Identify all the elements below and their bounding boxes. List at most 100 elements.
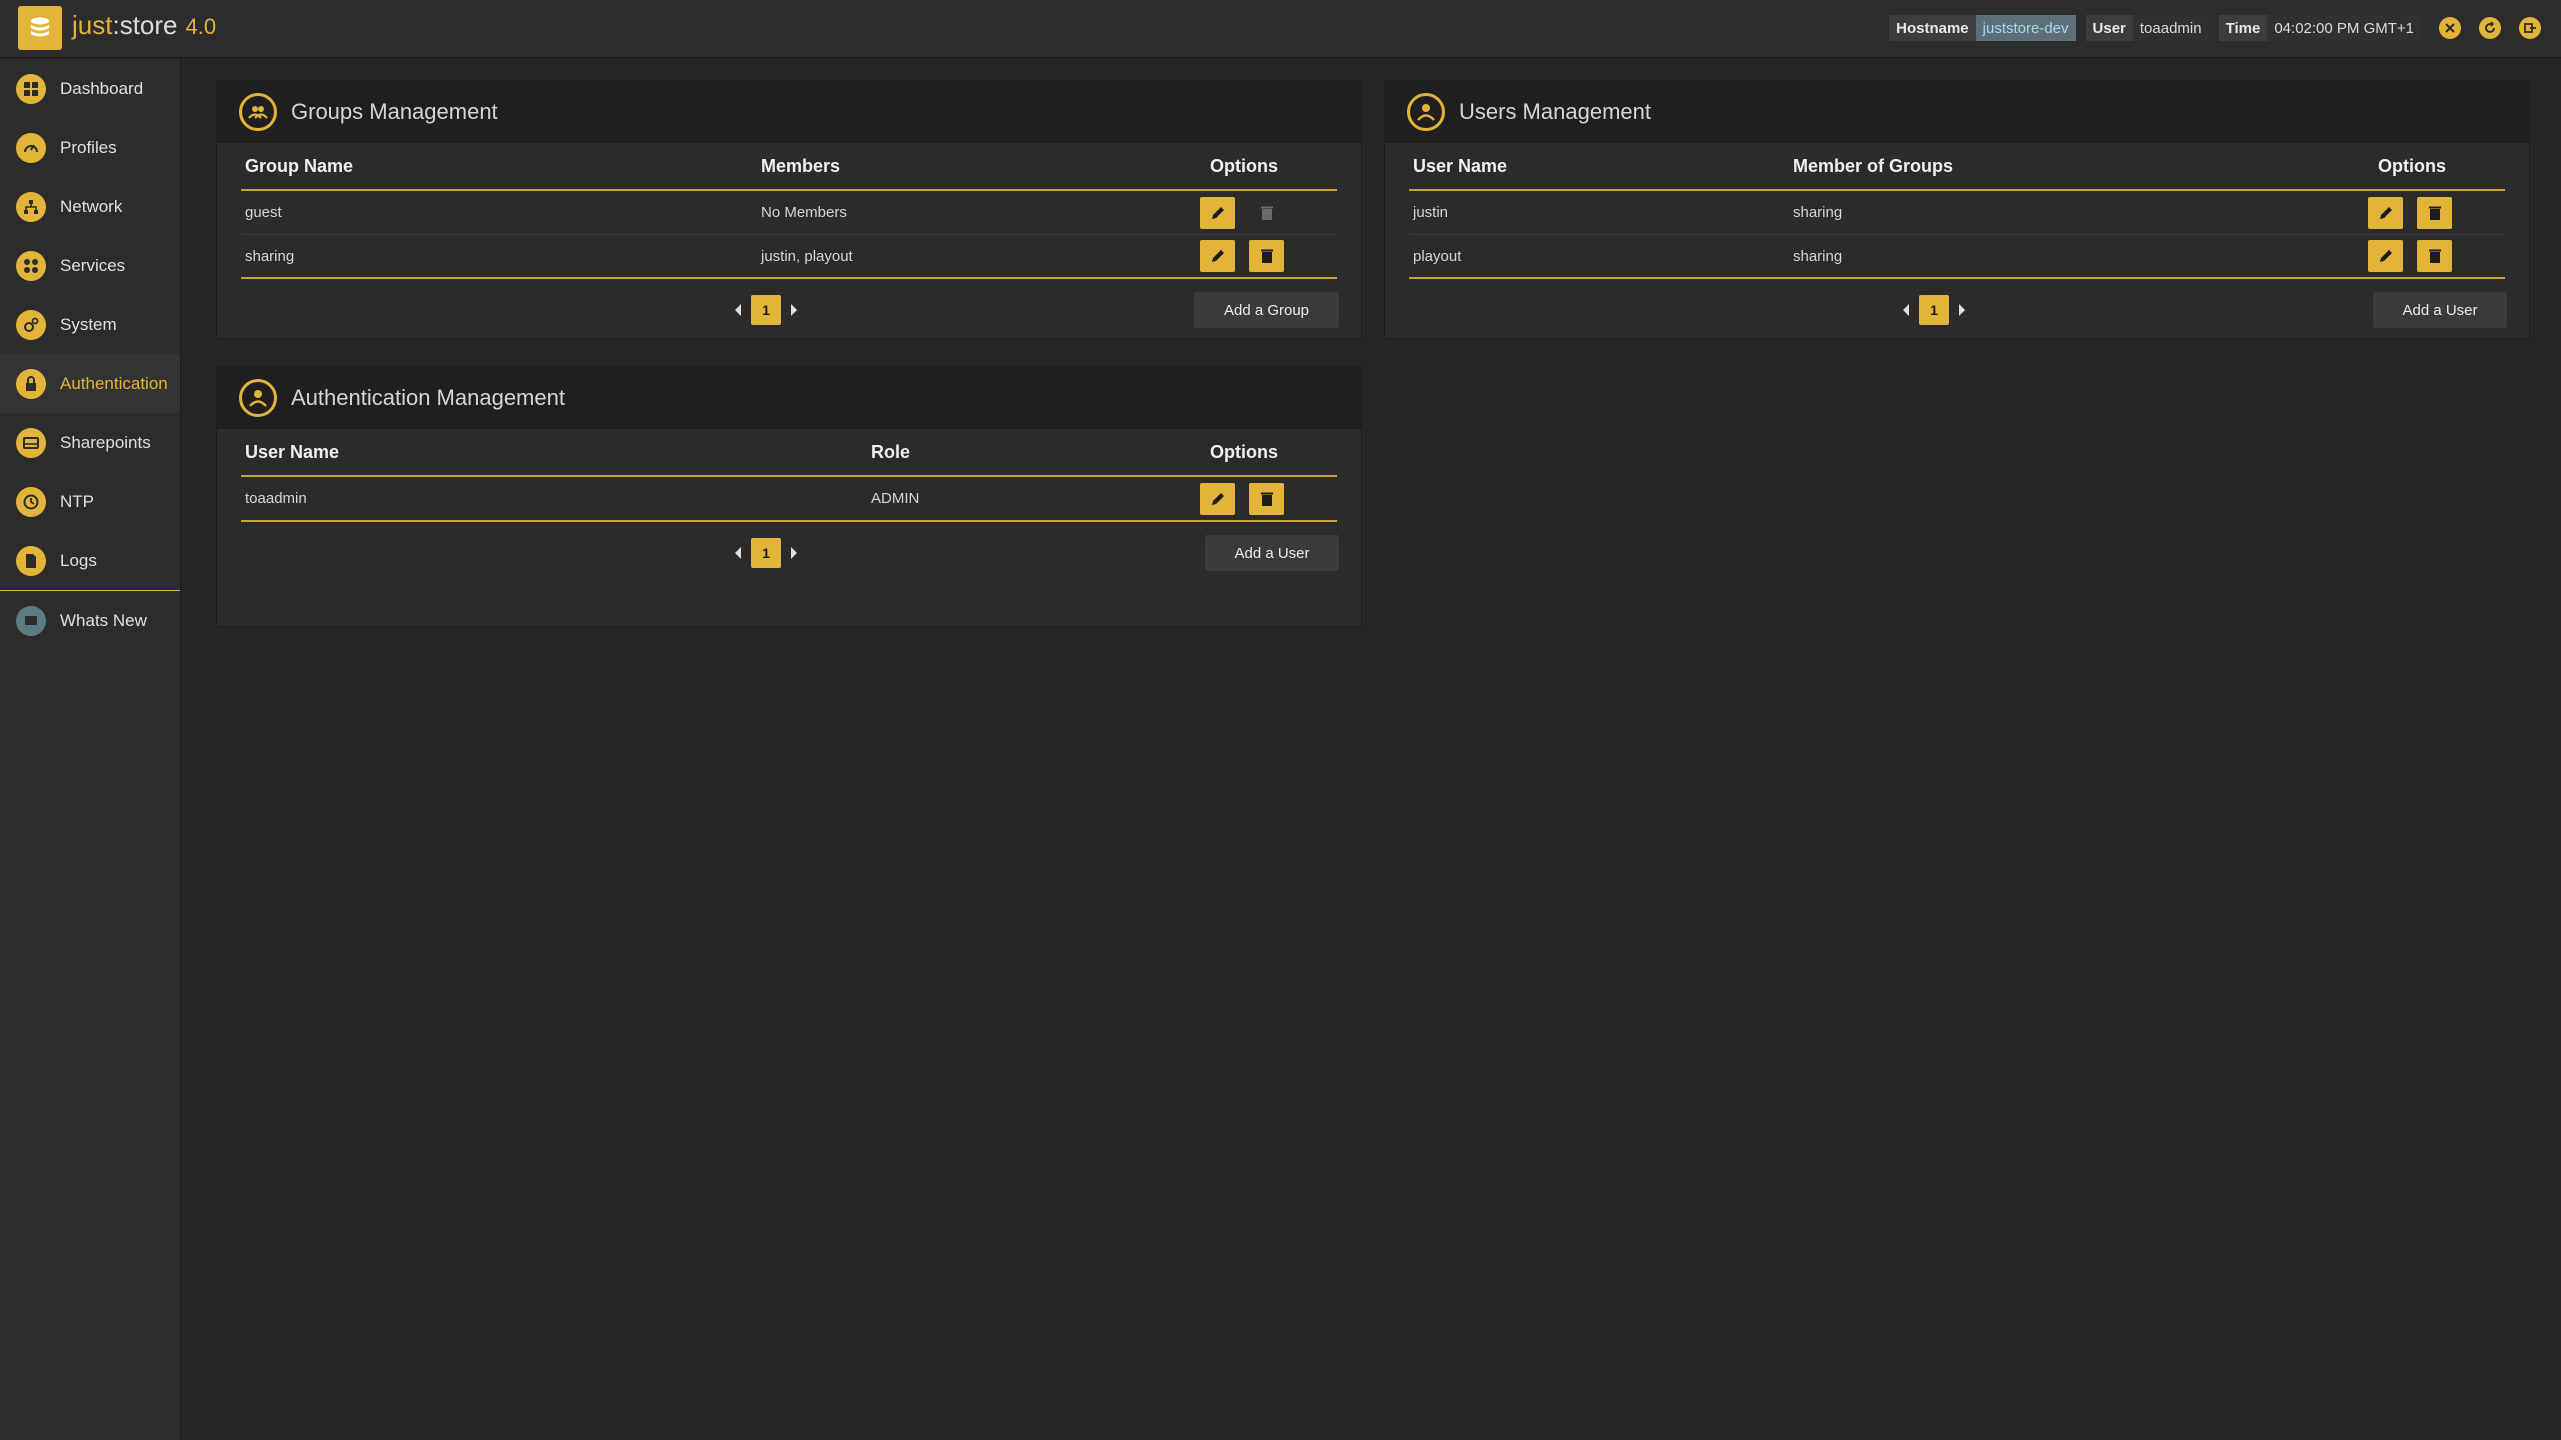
column-header: User Name [1413,155,1508,176]
trash-icon [2428,206,2441,220]
add-user-button[interactable]: Add a User [2373,292,2507,328]
delete-button [1249,197,1284,229]
logo-icon [18,6,62,50]
edit-button[interactable] [1200,196,1235,229]
prev-page-icon[interactable] [735,547,741,559]
group-icon [239,93,277,131]
pencil-icon [1211,206,1224,219]
lock-icon [16,368,46,399]
delete-button[interactable] [1249,240,1284,272]
user-icon [239,379,277,417]
edit-button[interactable] [2368,240,2403,272]
sidebar-item-sharepoints[interactable]: Sharepoints [0,413,180,472]
table-footer-line [241,277,1337,279]
pagination: 1 [735,538,797,568]
trash-icon [1260,206,1273,220]
sidebar-item-label: Network [60,196,123,216]
pagination: 1 [735,295,797,325]
groups-panel-header: Groups Management [217,81,1361,143]
groups-panel: Groups Management Group Name Members Opt… [216,80,1362,339]
edit-button[interactable] [1200,482,1235,515]
groups-table: Group Name Members Options guest No Memb… [241,143,1337,279]
gauge-icon [16,132,46,163]
sidebar-item-label: Services [60,255,126,275]
table-header: Group Name Members Options [241,143,1337,191]
sidebar-item-label: Profiles [60,137,117,157]
pencil-icon [1211,492,1224,505]
clock-icon [16,486,46,517]
logout-icon[interactable] [2519,17,2541,39]
panel-title: Authentication Management [291,385,565,410]
trash-icon [1260,249,1273,263]
sidebar-item-network[interactable]: Network [0,177,180,236]
refresh-icon[interactable] [2479,17,2501,39]
app-title: just:store 4.0 [72,10,217,40]
app-version: 4.0 [185,14,217,39]
prev-page-icon[interactable] [735,304,741,316]
auth-user-role: ADMIN [871,490,920,507]
panel-title: Groups Management [291,99,498,124]
page-number-button[interactable]: 1 [751,538,781,568]
column-header: Role [871,441,911,462]
group-members: No Members [761,204,847,221]
brand-suffix: store [119,10,178,40]
delete-button[interactable] [1249,482,1284,515]
sidebar-item-label: Sharepoints [60,432,151,452]
pencil-icon [1211,250,1224,262]
add-auth-user-button[interactable]: Add a User [1205,535,1339,571]
column-header: Members [761,155,841,176]
dashboard-icon [16,73,46,104]
time-value: 04:02:00 PM GMT+1 [2267,15,2421,41]
sidebar-item-services[interactable]: Services [0,236,180,295]
next-page-icon[interactable] [1959,304,1965,316]
signal-off-icon[interactable] [2439,17,2461,39]
pencil-icon [2379,250,2392,262]
table-header: User Name Role Options [241,429,1337,477]
delete-button[interactable] [2417,196,2452,229]
gears-icon [16,309,46,340]
table-row: guest No Members [241,191,1337,234]
sidebar-item-label: Authentication [60,373,168,393]
sidebar-item-authentication[interactable]: Authentication [0,354,180,413]
column-header: Group Name [245,155,354,176]
sidebar-item-profiles[interactable]: Profiles [0,118,180,177]
group-members: justin, playout [761,247,853,265]
page-number-button[interactable]: 1 [751,295,781,325]
sidebar-item-ntp[interactable]: NTP [0,472,180,531]
sidebar-item-label: System [60,314,117,334]
panel-title: Users Management [1459,99,1651,124]
group-name: sharing [245,247,295,265]
sidebar-item-label: Logs [60,550,97,570]
status-bar: Hostname juststore-dev User toaadmin Tim… [1889,14,2561,42]
drive-icon [16,427,46,458]
next-page-icon[interactable] [791,547,797,559]
column-header: Options [1210,441,1278,462]
pagination: 1 [1903,295,1965,325]
edit-button[interactable] [2368,196,2403,229]
auth-table: User Name Role Options toaadmin ADMIN [241,429,1337,522]
user-icon [1407,93,1445,131]
page-number-button[interactable]: 1 [1919,295,1949,325]
prev-page-icon[interactable] [1903,304,1909,316]
users-panel: Users Management User Name Member of Gro… [1384,80,2530,339]
add-group-button[interactable]: Add a Group [1194,292,1339,328]
next-page-icon[interactable] [791,304,797,316]
column-header: Options [2378,155,2446,176]
column-header: Options [1210,155,1278,176]
sidebar-item-logs[interactable]: Logs [0,531,180,590]
users-table: User Name Member of Groups Options justi… [1409,143,2505,279]
user-groups: sharing [1793,247,1843,265]
delete-button[interactable] [2417,240,2452,272]
edit-button[interactable] [1200,240,1235,272]
sidebar-item-whats-new[interactable]: Whats New [0,591,180,650]
sidebar-item-system[interactable]: System [0,295,180,354]
trash-icon [2428,249,2441,263]
pencil-icon [2379,206,2392,219]
sidebar-item-dashboard[interactable]: Dashboard [0,59,180,118]
table-row: toaadmin ADMIN [241,477,1337,520]
brand-prefix: just [72,10,113,40]
top-bar: just:store 4.0 Hostname juststore-dev Us… [0,0,2561,58]
time-label: Time [2218,15,2268,41]
table-footer-line [241,520,1337,522]
sidebar-item-label: Dashboard [60,78,144,98]
